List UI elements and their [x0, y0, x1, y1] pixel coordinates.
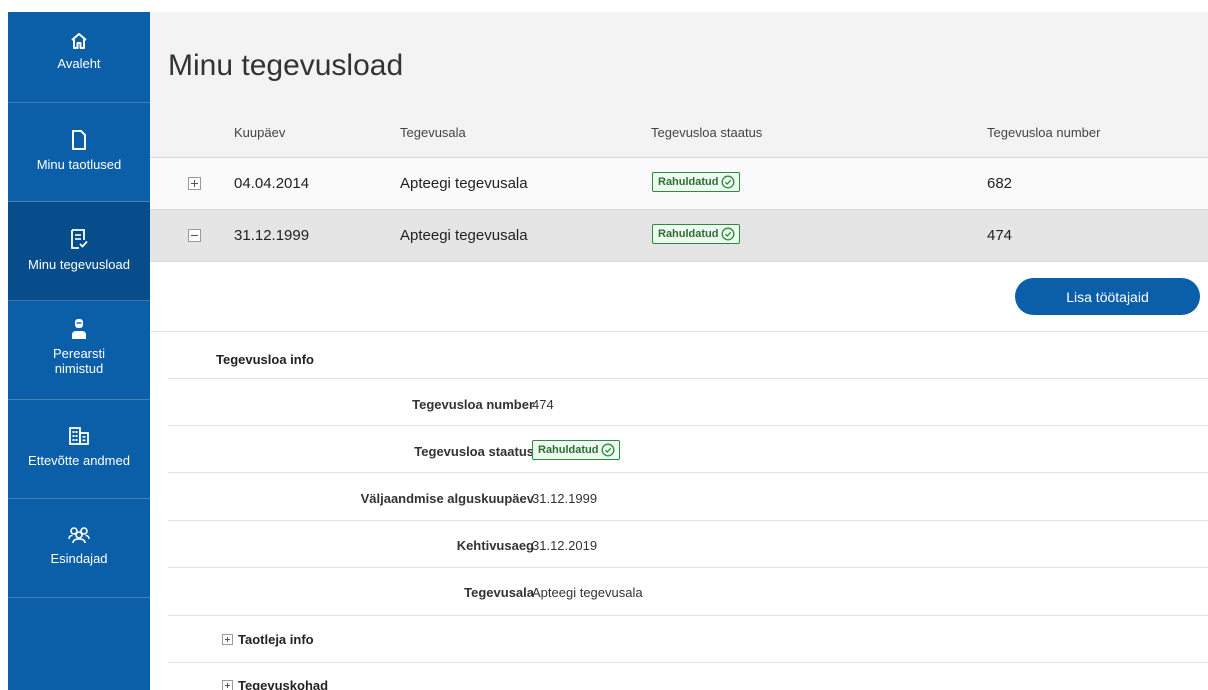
status-badge: Rahuldatud — [532, 440, 620, 460]
sidebar-item-label: Minu tegevusload — [28, 257, 130, 272]
row-number: 474 — [987, 227, 1013, 244]
sidebar: Avaleht Minu taotlused Minu tegevusload — [8, 12, 150, 690]
field-label-status: Tegevusloa staatus — [414, 444, 534, 459]
add-workers-button[interactable]: Lisa töötajaid — [1015, 278, 1200, 315]
sidebar-item-applications[interactable]: Minu taotlused — [8, 103, 150, 202]
row-actions: Lisa töötajaid — [150, 262, 1208, 332]
home-icon — [71, 33, 87, 49]
table-header: Kuupäev Tegevusala Tegevusloa staatus Te… — [150, 105, 1208, 158]
divider — [168, 425, 1208, 426]
sidebar-item-label: Minu taotlused — [36, 157, 122, 172]
sidebar-item-label: Avaleht — [57, 56, 101, 71]
check-circle-icon — [601, 443, 614, 457]
sidebar-item-company[interactable]: Ettevõtte andmed — [8, 400, 150, 499]
field-value-validity: 31.12.2019 — [532, 538, 598, 553]
table-row[interactable]: 31.12.1999 Apteegi tegevusala Rahuldatud… — [150, 210, 1208, 262]
expand-locations-toggle[interactable] — [222, 680, 233, 690]
expand-row-toggle[interactable] — [188, 177, 201, 190]
page-title: Minu tegevusload — [168, 49, 404, 82]
status-badge: Rahuldatud — [652, 224, 740, 244]
field-label-number: Tegevusloa number — [412, 397, 534, 412]
sidebar-item-label: Esindajad — [50, 551, 108, 566]
collapse-row-toggle[interactable] — [188, 229, 201, 242]
divider — [168, 378, 1208, 379]
row-number: 682 — [987, 175, 1013, 192]
people-icon — [68, 527, 90, 544]
row-activity: Apteegi tegevusala — [400, 227, 528, 244]
divider — [168, 567, 1208, 568]
sidebar-item-label-line1: Perearsti — [52, 346, 106, 361]
status-badge-label: Rahuldatud — [538, 444, 599, 456]
expand-applicant-toggle[interactable] — [222, 634, 233, 645]
row-activity: Apteegi tegevusala — [400, 175, 528, 192]
status-badge-label: Rahuldatud — [658, 176, 719, 188]
sidebar-item-representatives[interactable]: Esindajad — [8, 499, 150, 598]
divider — [168, 615, 1208, 616]
table-row[interactable]: 04.04.2014 Apteegi tegevusala Rahuldatud… — [150, 158, 1208, 210]
column-header-activity: Tegevusala — [400, 125, 466, 140]
check-circle-icon — [721, 175, 734, 189]
sidebar-item-home[interactable]: Avaleht — [8, 12, 150, 103]
main-content: Minu tegevusload Kuupäev Tegevusala Tege… — [150, 12, 1208, 690]
sidebar-item-licenses[interactable]: Minu tegevusload — [8, 202, 150, 301]
row-date: 31.12.1999 — [234, 227, 310, 244]
column-header-date: Kuupäev — [234, 125, 286, 140]
title-bar: Minu tegevusload — [150, 12, 1208, 105]
status-badge: Rahuldatud — [652, 172, 740, 192]
column-header-number: Tegevusloa number — [987, 125, 1101, 140]
field-value-activity: Apteegi tegevusala — [532, 585, 643, 600]
sidebar-item-gp-lists[interactable]: Perearsti nimistud — [8, 301, 150, 400]
status-badge-label: Rahuldatud — [658, 228, 719, 240]
app-root: Avaleht Minu taotlused Minu tegevusload — [0, 0, 1208, 690]
field-label-activity: Tegevusala — [464, 585, 534, 600]
column-header-status: Tegevusloa staatus — [651, 125, 763, 140]
building-icon — [69, 427, 89, 445]
divider — [168, 472, 1208, 473]
row-date: 04.04.2014 — [234, 175, 310, 192]
doctor-icon — [72, 319, 86, 339]
sidebar-item-label: Ettevõtte andmed — [28, 453, 130, 468]
license-icon — [71, 229, 88, 249]
locations-header[interactable]: Tegevuskohad — [238, 678, 328, 690]
divider — [168, 662, 1208, 663]
field-label-validity: Kehtivusaeg — [456, 538, 534, 553]
document-icon — [72, 130, 86, 150]
field-value-issue-date: 31.12.1999 — [532, 491, 598, 506]
divider — [168, 520, 1208, 521]
field-value-number: 474 — [532, 397, 554, 412]
field-label-issue-date: Väljaandmise alguskuupäev — [360, 491, 534, 506]
sidebar-item-label-line2: nimistud — [54, 361, 104, 376]
section-title: Tegevusloa info — [216, 352, 314, 367]
check-circle-icon — [721, 227, 734, 241]
applicant-info-header[interactable]: Taotleja info — [238, 632, 314, 647]
